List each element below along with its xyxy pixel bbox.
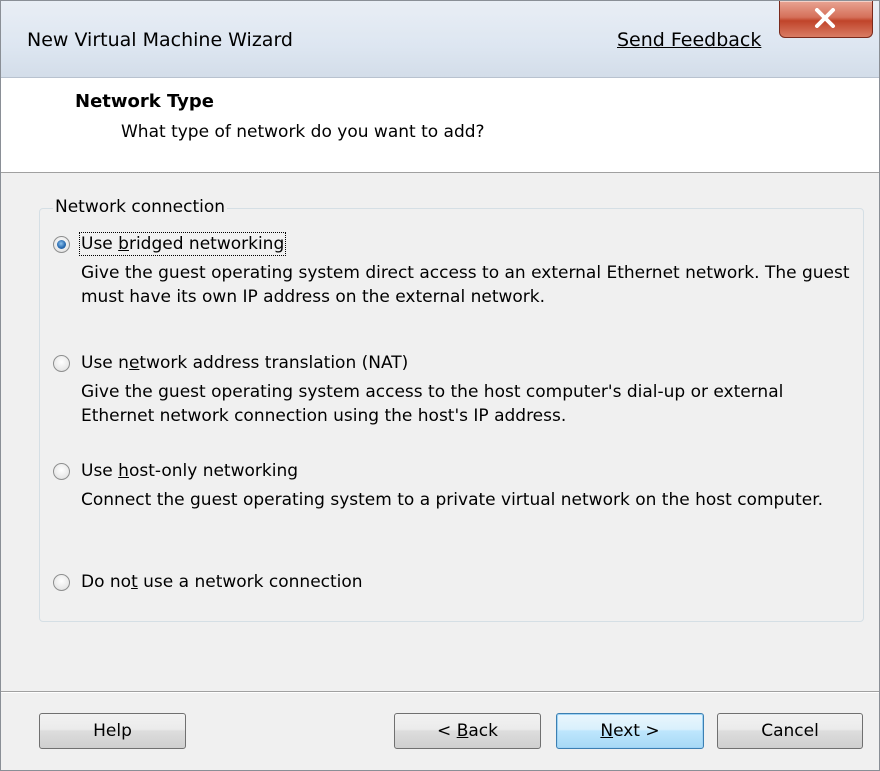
back-button[interactable]: < Back bbox=[394, 713, 541, 749]
option-description-bridged: Give the guest operating system direct a… bbox=[81, 263, 850, 307]
button-label: Cancel bbox=[761, 721, 819, 741]
label-text: Use bbox=[81, 234, 119, 254]
group-legend: Network connection bbox=[53, 197, 228, 217]
label-text: twork address translation (NAT) bbox=[139, 353, 409, 373]
label-text: use a network connection bbox=[137, 572, 363, 592]
wizard-header: Network Type What type of network do you… bbox=[1, 78, 879, 173]
option-label-nat[interactable]: Use network address translation (NAT) bbox=[81, 353, 408, 373]
option-label-bridged[interactable]: Use bridged networking bbox=[78, 232, 287, 256]
label-text: Do no bbox=[81, 572, 132, 592]
label-text: < bbox=[437, 721, 457, 741]
access-key: e bbox=[128, 353, 140, 373]
access-key: t bbox=[131, 572, 138, 592]
title-bar[interactable]: New Virtual Machine Wizard Send Feedback bbox=[1, 1, 879, 78]
help-button[interactable]: Help bbox=[39, 713, 186, 749]
window-title: New Virtual Machine Wizard bbox=[27, 29, 293, 51]
label-text: ack bbox=[468, 721, 498, 741]
footer-divider-highlight bbox=[1, 692, 879, 693]
close-icon bbox=[815, 8, 835, 28]
radio-nat[interactable] bbox=[53, 355, 70, 372]
wizard-window: New Virtual Machine Wizard Send Feedback… bbox=[0, 0, 880, 771]
page-subtitle: What type of network do you want to add? bbox=[121, 122, 485, 142]
cancel-button[interactable]: Cancel bbox=[717, 713, 863, 749]
radio-host-only[interactable] bbox=[53, 463, 70, 480]
label-text: ost-only networking bbox=[128, 461, 299, 481]
access-key: B bbox=[456, 721, 469, 741]
option-label-no-network[interactable]: Do not use a network connection bbox=[81, 572, 363, 592]
option-label-host-only[interactable]: Use host-only networking bbox=[81, 461, 298, 481]
radio-no-network[interactable] bbox=[53, 574, 70, 591]
radio-bridged[interactable] bbox=[53, 236, 70, 253]
label-text: Use n bbox=[81, 353, 129, 373]
next-button[interactable]: Next > bbox=[556, 713, 704, 749]
label-text: ridged networking bbox=[128, 234, 285, 254]
radio-selected-indicator bbox=[57, 240, 66, 249]
button-label: Help bbox=[93, 721, 132, 741]
label-text: Use bbox=[81, 461, 119, 481]
option-description-host-only: Connect the guest operating system to a … bbox=[81, 490, 824, 510]
button-label: < Back bbox=[437, 721, 498, 741]
label-text: ext > bbox=[613, 721, 660, 741]
send-feedback-link[interactable]: Send Feedback bbox=[617, 29, 761, 51]
close-button[interactable] bbox=[779, 1, 873, 38]
access-key: N bbox=[600, 721, 614, 741]
option-description-nat: Give the guest operating system access t… bbox=[81, 382, 784, 426]
access-key: h bbox=[118, 461, 129, 481]
page-title: Network Type bbox=[75, 91, 214, 112]
access-key: b bbox=[118, 234, 129, 254]
button-label: Next > bbox=[600, 721, 659, 741]
